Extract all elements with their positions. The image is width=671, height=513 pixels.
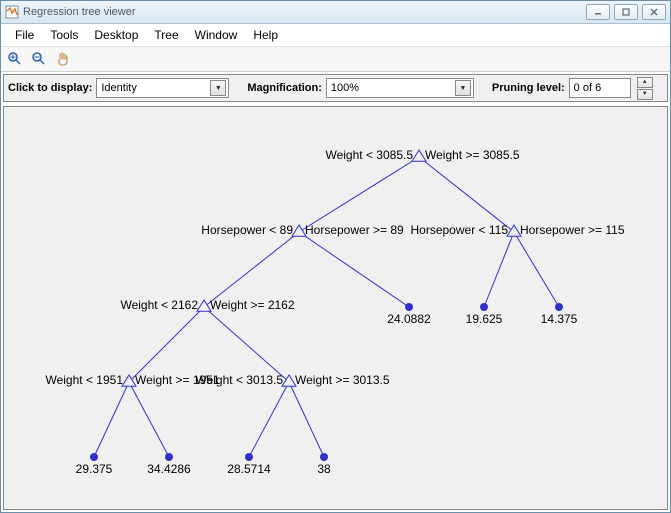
pruning-label: Pruning level:: [492, 82, 565, 94]
close-button[interactable]: [642, 4, 666, 20]
menu-tools[interactable]: Tools: [42, 25, 86, 45]
app-icon: [5, 5, 19, 19]
leaf-node[interactable]: [405, 303, 413, 311]
leaf-node[interactable]: [90, 453, 98, 461]
split-node[interactable]: [292, 225, 306, 236]
toolbar: [1, 47, 670, 72]
menu-desktop[interactable]: Desktop: [86, 25, 146, 45]
split-label-left: Weight < 3013.5: [195, 373, 283, 387]
zoom-out-button[interactable]: [29, 49, 49, 69]
leaf-value: 19.625: [466, 312, 503, 326]
magnification-value: 100%: [331, 82, 453, 94]
leaf-node[interactable]: [555, 303, 563, 311]
leaf-node[interactable]: [320, 453, 328, 461]
pruning-down-button[interactable]: ▼: [637, 89, 653, 100]
pan-button[interactable]: [53, 49, 73, 69]
leaf-node[interactable]: [165, 453, 173, 461]
window-title: Regression tree viewer: [23, 6, 586, 18]
display-value: Identity: [101, 82, 208, 94]
menu-file[interactable]: File: [7, 25, 42, 45]
titlebar[interactable]: Regression tree viewer: [1, 1, 670, 24]
zoom-in-button[interactable]: [5, 49, 25, 69]
leaf-value: 34.4286: [147, 462, 191, 476]
leaf-node[interactable]: [480, 303, 488, 311]
split-label-right: Weight >= 3013.5: [295, 373, 390, 387]
magnification-combo[interactable]: 100% ▼: [326, 78, 474, 98]
window-controls: [586, 4, 666, 20]
split-label-left: Weight < 3085.5: [325, 148, 413, 162]
split-label-left: Horsepower < 115: [411, 223, 509, 237]
leaf-value: 24.0882: [387, 312, 431, 326]
display-combo[interactable]: Identity ▼: [96, 78, 229, 98]
leaf-node[interactable]: [245, 453, 253, 461]
pruning-up-button[interactable]: ▲: [637, 77, 653, 88]
menu-window[interactable]: Window: [187, 25, 246, 45]
split-node[interactable]: [282, 375, 296, 386]
leaf-value: 29.375: [76, 462, 113, 476]
leaf-value: 38: [317, 462, 331, 476]
split-label-right: Horsepower >= 89: [305, 223, 404, 237]
app-window: Regression tree viewer File Tools Deskto…: [0, 0, 671, 513]
controls-bar: Click to display: Identity ▼ Magnificati…: [3, 74, 668, 102]
split-label-left: Weight < 2162: [120, 298, 198, 312]
split-node[interactable]: [412, 150, 426, 161]
split-label-left: Horsepower < 89: [201, 223, 293, 237]
split-label-right: Horsepower >= 115: [520, 223, 625, 237]
split-node[interactable]: [197, 300, 211, 311]
split-label-right: Weight >= 2162: [210, 298, 295, 312]
minimize-button[interactable]: [586, 4, 610, 20]
pruning-spinner: ▲ ▼: [637, 77, 653, 100]
split-label-left: Weight < 1951: [45, 373, 123, 387]
split-label-right: Weight >= 3085.5: [425, 148, 520, 162]
chevron-down-icon[interactable]: ▼: [455, 80, 471, 96]
display-label: Click to display:: [8, 82, 92, 94]
menubar: File Tools Desktop Tree Window Help: [1, 24, 670, 47]
menu-tree[interactable]: Tree: [146, 25, 186, 45]
chevron-down-icon[interactable]: ▼: [210, 80, 226, 96]
pruning-value[interactable]: 0 of 6: [569, 78, 631, 98]
tree-viewer[interactable]: Weight < 3085.5 Weight >= 3085.5 Horsepowe…: [3, 106, 668, 510]
leaf-value: 14.375: [541, 312, 578, 326]
magnification-label: Magnification:: [247, 82, 322, 94]
leaf-value: 28.5714: [227, 462, 271, 476]
menu-help[interactable]: Help: [245, 25, 286, 45]
split-node[interactable]: [507, 225, 521, 236]
maximize-button[interactable]: [614, 4, 638, 20]
